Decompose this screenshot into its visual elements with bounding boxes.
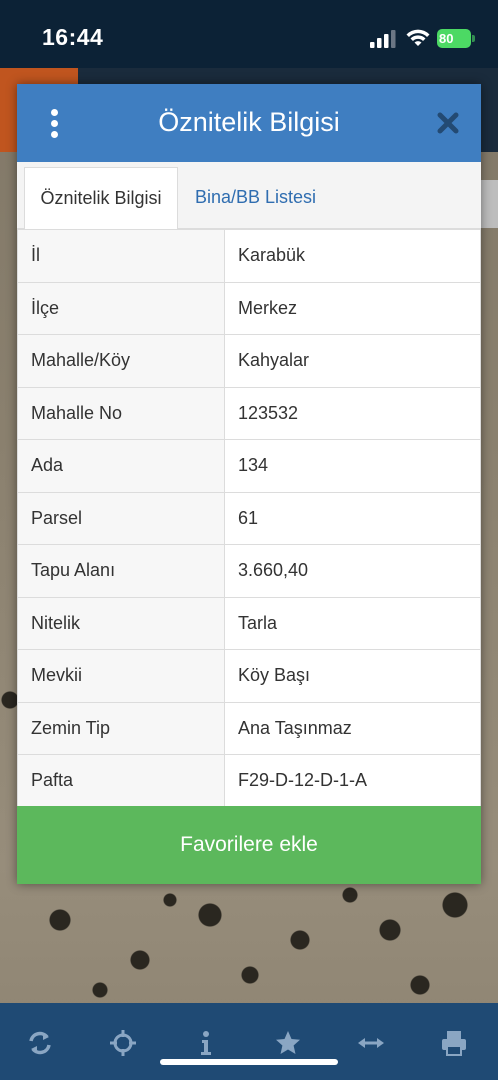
attribute-value: Karabük (224, 229, 481, 283)
attribute-value: 3.660,40 (224, 544, 481, 598)
add-to-favorites-button[interactable]: Favorilere ekle (17, 806, 481, 884)
battery-icon: 80 (437, 29, 475, 48)
attribute-key: Nitelik (17, 596, 225, 650)
attribute-key: Mahalle/Köy (17, 334, 225, 388)
tab-attribute-info[interactable]: Öznitelik Bilgisi (24, 167, 178, 229)
crosshair-icon[interactable] (109, 1029, 137, 1057)
home-indicator[interactable] (160, 1059, 338, 1065)
dialog-header: Öznitelik Bilgisi (17, 84, 481, 162)
attribute-value: F29-D-12-D-1-A (224, 754, 481, 808)
attribute-key: Tapu Alanı (17, 544, 225, 598)
attribute-value: Tarla (224, 596, 481, 650)
attribute-value: 61 (224, 491, 481, 545)
status-time: 16:44 (42, 24, 104, 50)
attribute-value: Köy Başı (224, 649, 481, 703)
map-side-handle[interactable] (481, 180, 498, 228)
wifi-icon (406, 29, 430, 46)
info-icon[interactable] (192, 1029, 220, 1057)
tab-building-list[interactable]: Bina/BB Listesi (195, 167, 316, 229)
attribute-value: Kahyalar (224, 334, 481, 388)
measure-icon[interactable] (357, 1029, 385, 1057)
attribute-key: Pafta (17, 754, 225, 808)
attribute-key: İlçe (17, 281, 225, 335)
attribute-key: Zemin Tip (17, 701, 225, 755)
attribute-key: İl (17, 229, 225, 283)
tab-bar: Öznitelik Bilgisi Bina/BB Listesi (17, 162, 481, 229)
print-icon[interactable] (440, 1029, 468, 1057)
attribute-dialog: Öznitelik Bilgisi Öznitelik Bilgisi Bina… (17, 84, 481, 884)
table-row: Mahalle No 123532 (17, 386, 481, 440)
attribute-value: 123532 (224, 386, 481, 440)
table-row: Nitelik Tarla (17, 596, 481, 650)
star-icon[interactable] (274, 1029, 302, 1057)
table-row: İlçe Merkez (17, 281, 481, 335)
dialog-title: Öznitelik Bilgisi (158, 107, 340, 137)
attribute-table: İl Karabük İlçe Merkez Mahalle/Köy Kahyalar Ma… (17, 229, 481, 808)
table-row: Zemin Tip Ana Taşınmaz (17, 701, 481, 755)
attribute-value: Ana Taşınmaz (224, 701, 481, 755)
cellular-signal-icon (370, 30, 396, 48)
attribute-key: Mevkii (17, 649, 225, 703)
attribute-value: Merkez (224, 281, 481, 335)
table-row: Ada 134 (17, 439, 481, 493)
battery-level: 80 (439, 31, 454, 46)
table-row: Mevkii Köy Başı (17, 649, 481, 703)
table-row: Mahalle/Köy Kahyalar (17, 334, 481, 388)
bottom-toolbar (0, 1003, 498, 1080)
table-row: Parsel 61 (17, 491, 481, 545)
table-row: İl Karabük (17, 229, 481, 283)
table-row: Tapu Alanı 3.660,40 (17, 544, 481, 598)
status-bar: 16:44 80 (0, 0, 498, 68)
attribute-key: Ada (17, 439, 225, 493)
refresh-icon[interactable] (26, 1029, 54, 1057)
attribute-key: Parsel (17, 491, 225, 545)
attribute-value: 134 (224, 439, 481, 493)
table-row: Pafta F29-D-12-D-1-A (17, 754, 481, 808)
attribute-key: Mahalle No (17, 386, 225, 440)
close-icon[interactable] (437, 112, 459, 134)
